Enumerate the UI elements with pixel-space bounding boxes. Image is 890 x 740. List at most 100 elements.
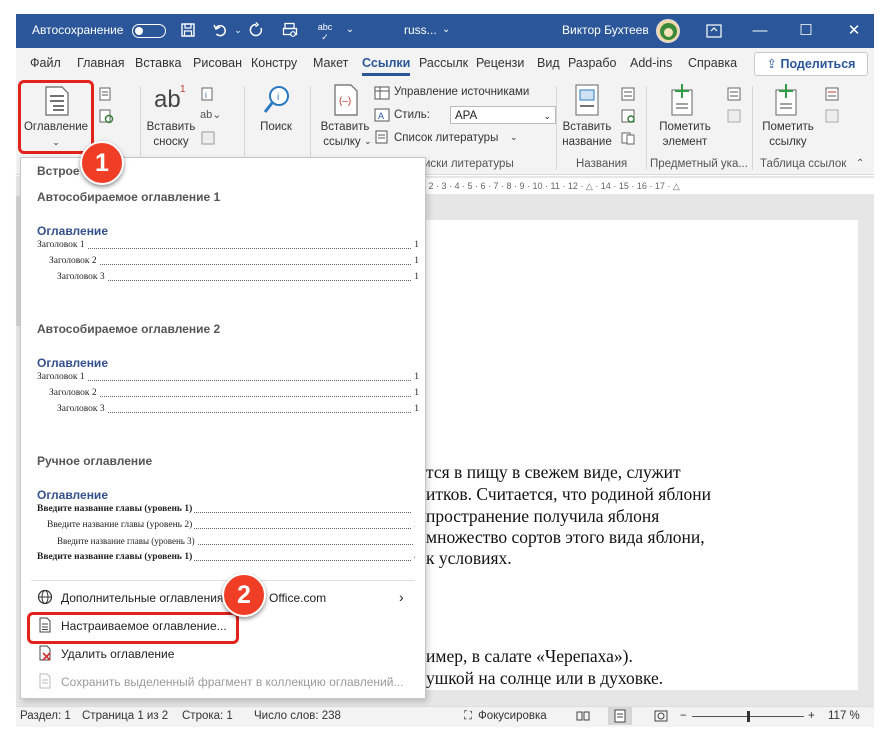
insert-citation-dropdown-icon[interactable]: ⌄ [364,134,372,149]
save-icon[interactable] [180,22,196,38]
insert-table-of-figures-icon[interactable] [620,86,636,105]
collapse-ribbon-icon[interactable]: ⌃ [856,158,864,169]
footnote-icon: ab [154,86,181,113]
tab-design[interactable]: Констру [251,56,297,70]
status-bar: Раздел: 1 Страница 1 из 2 Строка: 1 Числ… [16,706,874,727]
tab-help[interactable]: Справка [688,56,737,70]
show-notes-icon[interactable] [200,130,216,149]
auto-toc-1-gallery-item[interactable]: Оглавление Заголовок 11 Заголовок 21 Заг… [37,220,419,284]
insert-endnote-icon[interactable]: i [200,86,216,105]
style-select[interactable]: APA ⌄ [450,106,556,124]
status-words[interactable]: Число слов: 238 [254,710,341,722]
maximize-button[interactable]: ☐ [786,19,826,43]
cross-reference-icon[interactable] [620,130,636,149]
focus-button[interactable]: Фокусировка [478,710,547,722]
tab-mailings[interactable]: Рассылк [419,56,468,70]
tab-references[interactable]: Ссылки [362,56,411,76]
save-selection-item: Сохранить выделенный фрагмент в коллекци… [31,670,415,694]
insert-caption-label-2[interactable]: название [556,135,618,150]
manage-sources-icon [374,86,390,103]
search-label[interactable]: Поиск [248,120,304,135]
close-button[interactable]: ✕ [834,19,874,43]
zoom-slider-thumb[interactable] [747,711,750,722]
tab-developer[interactable]: Разрабо [568,56,616,70]
body-line-6[interactable]: имер, в салате «Черепаха»). [426,646,633,667]
print-preview-icon[interactable] [282,22,298,38]
manual-toc-title: Ручное оглавление [37,454,153,468]
zoom-in-button[interactable]: + [808,710,815,722]
auto-toc-2-gallery-item[interactable]: Оглавление Заголовок 11 Заголовок 21 Заг… [37,352,419,416]
mark-entry-label-2[interactable]: элемент [652,135,718,150]
tab-home[interactable]: Главная [77,56,125,70]
add-text-icon[interactable] [98,86,114,105]
bibliography-label[interactable]: Список литературы [394,131,498,146]
ribbon-display-icon[interactable] [694,19,734,43]
user-avatar[interactable] [656,19,680,43]
update-index-icon[interactable] [726,108,742,127]
update-table-icon[interactable] [98,108,114,127]
autosave-toggle[interactable] [132,24,166,38]
horizontal-ruler[interactable]: · 1 · 2 · 3 · 4 · 5 · 6 · 7 · 8 · 9 · 10… [410,178,874,194]
more-toc-label: Дополнительные оглавления [61,591,224,605]
spelling-icon[interactable]: abc ✓ [314,22,336,42]
redo-icon[interactable] [248,22,264,38]
search-icon: i [262,84,292,119]
share-button[interactable]: ⇪ Поделиться [754,52,868,76]
status-line[interactable]: Строка: 1 [182,710,233,722]
mark-entry-label[interactable]: Пометить [652,120,718,135]
user-name[interactable]: Виктор Бухтеев [562,23,649,37]
zoom-level[interactable]: 117 % [828,710,860,722]
mark-citation-label-2[interactable]: ссылку [754,135,822,150]
update-figures-icon[interactable] [620,108,636,127]
document-name[interactable]: russ... [404,23,437,37]
undo-dropdown-icon[interactable]: ⌄ [230,22,246,38]
insert-citation-icon: (–) [332,84,360,119]
tab-file[interactable]: Файл [30,56,61,70]
print-layout-icon[interactable] [608,707,632,725]
bibliography-icon [374,130,390,147]
bibliography-dropdown-icon[interactable]: ⌄ [510,130,518,145]
tab-addins[interactable]: Add-ins [630,56,672,70]
web-layout-icon[interactable] [654,710,668,725]
manual-toc-gallery-item[interactable]: Оглавление Введите название главы (урове… [37,484,415,570]
next-footnote-icon[interactable]: ab⌄ [200,108,221,121]
doc-name-dropdown-icon[interactable]: ⌄ [442,24,450,35]
insert-caption-label[interactable]: Вставить [556,120,618,135]
update-toa-icon[interactable] [824,108,840,127]
zoom-out-button[interactable]: − [680,710,687,722]
svg-text:A: A [378,111,384,121]
body-line-4[interactable]: множество сортов этого вида яблони, [426,527,705,548]
manage-sources-label[interactable]: Управление источниками [394,85,529,100]
toc-preview-line: Заголовок 21 [49,388,419,398]
minimize-button[interactable]: — [740,19,780,43]
insert-footnote-label-2[interactable]: сноску [136,135,206,150]
mark-citation-icon [772,84,802,119]
status-section[interactable]: Раздел: 1 [20,710,71,722]
remove-toc-item[interactable]: Удалить оглавление [31,642,415,666]
insert-citation-label-2[interactable]: ссылку [316,135,368,150]
document-page[interactable] [400,220,858,690]
undo-icon[interactable] [212,22,228,38]
tab-insert[interactable]: Вставка [135,56,181,70]
insert-citation-label[interactable]: Вставить [312,120,378,135]
body-line-1[interactable]: тся в пищу в свежем виде, служит [426,462,681,483]
tab-view[interactable]: Вид [537,56,560,70]
tab-draw[interactable]: Рисован [193,56,242,70]
body-line-7[interactable]: ушкой на солнце или в духовке. [426,668,663,689]
insert-index-icon[interactable] [726,86,742,105]
body-line-3[interactable]: пространение получила яблоня [426,506,659,527]
toc-preview-line: Заголовок 31 [57,272,419,282]
body-line-5[interactable]: к условиях. [426,548,512,569]
toc-preview-line: Заголовок 11 [37,372,419,382]
insert-footnote-label[interactable]: Вставить [136,120,206,135]
tab-layout[interactable]: Макет [313,56,348,70]
svg-text:(–): (–) [339,96,351,107]
read-mode-icon[interactable] [576,710,590,725]
customize-qat-icon[interactable]: ⌄ [342,22,358,38]
toc-preview-line: Введите название главы (уровень 3)3 [37,536,415,548]
tab-review[interactable]: Рецензи [476,56,524,70]
status-page[interactable]: Страница 1 из 2 [82,710,168,722]
mark-citation-label[interactable]: Пометить [754,120,822,135]
insert-toa-icon[interactable] [824,86,840,105]
body-line-2[interactable]: итков. Считается, что родиной яблони [426,484,711,505]
